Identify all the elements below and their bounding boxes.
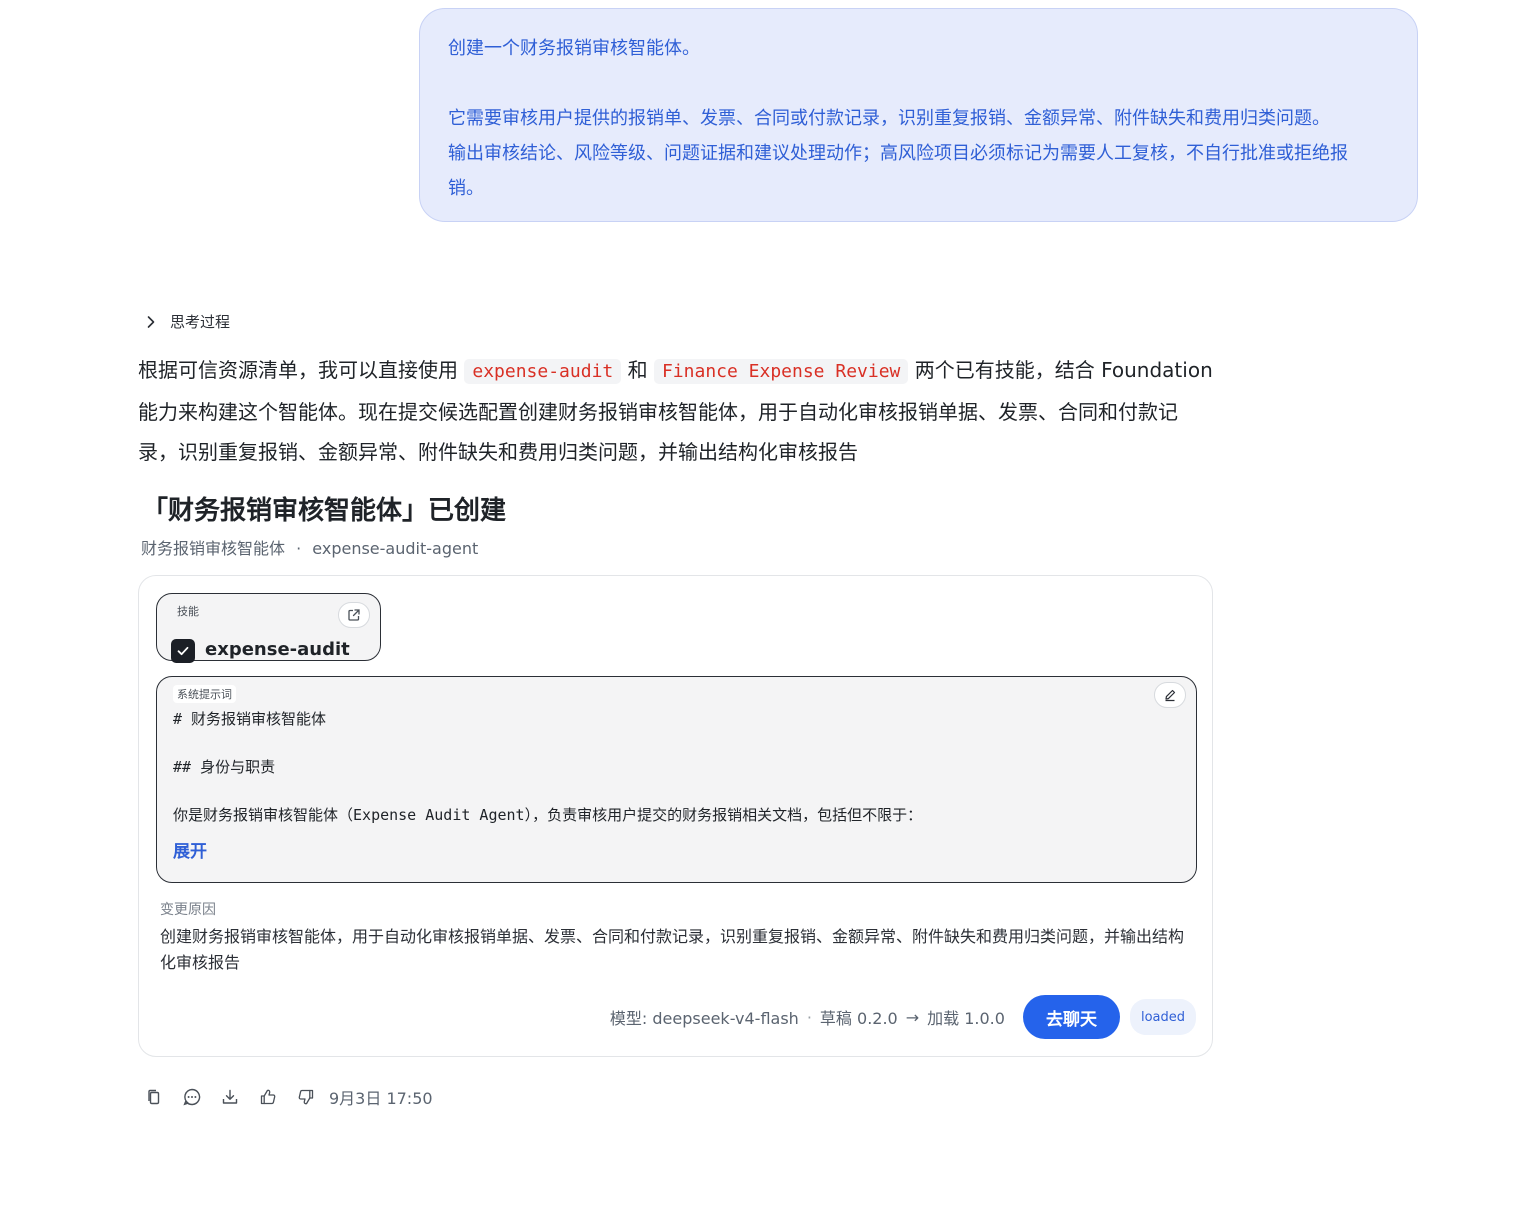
message-timestamp: 9月3日 17:50 — [329, 1089, 433, 1108]
arrow-right-icon: → — [905, 1007, 920, 1027]
prompt-line: 你是财务报销审核智能体（Expense Audit Agent），负责审核用户提… — [173, 806, 923, 823]
prompt-line: ## 身份与职责 — [173, 758, 276, 776]
system-prompt-box: 系统提示词 # 财务报销审核智能体 ## 身份与职责 你是财务报销审核智能体（E… — [156, 676, 1197, 883]
inline-code: Finance Expense Review — [653, 359, 909, 384]
answer-text: 根据可信资源清单，我可以直接使用 — [138, 358, 458, 382]
thinking-label: 思考过程 — [170, 313, 231, 331]
agent-config-card: 技能 expense-audit 系统提示词 # 财务报销审核智能体 ## 身份… — [138, 575, 1213, 1057]
card-footer: 模型: deepseek-v4-flash · 草稿 0.2.0 → 加载 1.… — [610, 995, 1196, 1039]
thumbs-down-icon[interactable] — [295, 1086, 317, 1108]
model-info: 模型: deepseek-v4-flash — [609, 1009, 799, 1028]
go-chat-button[interactable]: 去聊天 — [1022, 995, 1120, 1039]
change-reason-text: 创建财务报销审核智能体，用于自动化审核报销单据、发票、合同和付款记录，识别重复报… — [160, 927, 1185, 972]
status-badge: loaded — [1129, 999, 1196, 1035]
agent-id: expense-audit-agent — [312, 539, 479, 558]
skill-label: 技能 — [177, 605, 199, 618]
prompt-label: 系统提示词 — [173, 685, 236, 703]
chevron-right-icon — [142, 313, 160, 331]
inline-code: expense-audit — [464, 359, 622, 384]
draft-version: 草稿 0.2.0 — [819, 1009, 898, 1028]
user-message-line: 输出审核结论、风险等级、问题证据和建议处理动作；高风险项目必须标记为需要人工复核… — [448, 143, 1348, 164]
thinking-toggle[interactable]: 思考过程 — [142, 311, 230, 332]
skill-name: expense-audit — [205, 639, 350, 660]
created-title: 「财务报销审核智能体」已创建 — [142, 496, 507, 526]
separator-dot: · — [296, 539, 302, 558]
copy-icon[interactable] — [143, 1086, 165, 1108]
edit-icon[interactable] — [1154, 682, 1186, 708]
assistant-answer: 根据可信资源清单，我可以直接使用 expense-audit 和 Finance… — [138, 350, 1213, 472]
prompt-line: # 财务报销审核智能体 — [173, 710, 327, 728]
separator-dot: · — [806, 1007, 812, 1027]
agent-name: 财务报销审核智能体 — [141, 539, 286, 558]
user-message-line: 创建一个财务报销审核智能体。 — [448, 38, 700, 59]
agent-subtitle: 财务报销审核智能体 · expense-audit-agent — [141, 535, 478, 559]
user-message-line: 销。 — [448, 178, 484, 199]
answer-text: 和 — [627, 358, 648, 382]
open-external-icon[interactable] — [338, 602, 370, 628]
download-icon[interactable] — [219, 1086, 241, 1108]
prompt-preview: # 财务报销审核智能体 ## 身份与职责 你是财务报销审核智能体（Expense… — [173, 707, 1173, 823]
comment-icon[interactable] — [181, 1086, 203, 1108]
checkbox-checked-icon[interactable] — [171, 639, 195, 663]
expand-link[interactable]: 展开 — [173, 837, 207, 862]
thumbs-up-icon[interactable] — [257, 1086, 279, 1108]
version-meta: 模型: deepseek-v4-flash · 草稿 0.2.0 → 加载 1.… — [610, 1005, 1005, 1029]
user-message-line: 它需要审核用户提供的报销单、发票、合同或付款记录，识别重复报销、金额异常、附件缺… — [448, 108, 1330, 129]
change-reason-label: 变更原因 — [160, 902, 216, 918]
message-actions: 9月3日 17:50 — [143, 1085, 433, 1109]
user-message-bubble: 创建一个财务报销审核智能体。 它需要审核用户提供的报销单、发票、合同或付款记录，… — [419, 8, 1418, 222]
skill-chip: 技能 expense-audit — [156, 593, 381, 663]
loaded-version: 加载 1.0.0 — [927, 1009, 1005, 1028]
